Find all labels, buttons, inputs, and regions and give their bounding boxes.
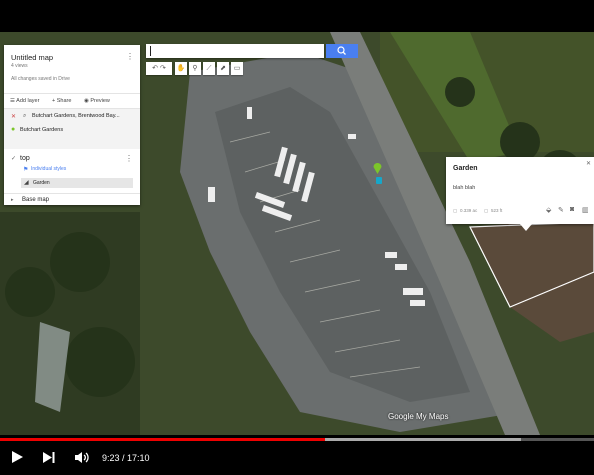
feature-item-garden[interactable]: ◢ Garden xyxy=(21,178,133,188)
play-icon[interactable] xyxy=(10,450,24,469)
text-caret xyxy=(150,46,151,56)
add-layer-button[interactable]: ☰ Add layer xyxy=(10,98,39,104)
undo-redo-icon[interactable]: ↶ ↷ xyxy=(146,62,172,75)
layer-name[interactable]: top xyxy=(20,155,30,162)
marker-icon[interactable]: ⚲ xyxy=(189,62,201,75)
google-my-maps-logo: Google My Maps xyxy=(388,412,449,421)
map-search-input[interactable] xyxy=(146,44,324,58)
paint-icon[interactable]: ⬙ xyxy=(546,206,551,214)
saved-status: All changes saved in Drive xyxy=(11,76,70,82)
share-icon: + xyxy=(52,98,56,104)
map-views: 4 views xyxy=(11,63,28,69)
eye-icon: ◉ xyxy=(84,98,89,104)
time-display: 9:23 / 17:10 xyxy=(102,453,150,463)
expand-icon: ▸ xyxy=(11,197,14,203)
place-item[interactable]: Butchart Gardens xyxy=(20,127,63,133)
ruler-icon[interactable]: ▭ xyxy=(231,62,243,75)
base-map-label: Base map xyxy=(22,197,50,203)
video-frame: Untitled map 4 views All changes saved i… xyxy=(0,0,594,475)
base-map-row[interactable]: ▸ Base map xyxy=(4,193,140,206)
feature-info-window: Garden blah blah ✕ ▢ 0.339 ac ▢ 523 ft ⬙… xyxy=(446,157,594,231)
place-marker-icon[interactable] xyxy=(373,162,382,174)
cursor-marker-icon xyxy=(376,177,382,184)
share-button[interactable]: + Share xyxy=(52,98,71,104)
feature-name: Garden xyxy=(33,180,50,186)
trash-icon[interactable]: ▥ xyxy=(582,206,589,214)
search-result-text[interactable]: Butchart Gardens, Brentwood Bay... xyxy=(32,113,120,119)
layer-checkbox[interactable]: ✓ xyxy=(11,155,16,162)
perimeter-icon: ▢ xyxy=(484,208,489,213)
perimeter-value: 523 ft xyxy=(491,208,503,213)
info-description[interactable]: blah blah xyxy=(453,185,475,191)
search-result-layer: ✕ ⌕ Butchart Gardens, Brentwood Bay... ●… xyxy=(4,109,140,149)
layer-style-link[interactable]: Individual styles xyxy=(31,166,66,172)
layer-menu-icon[interactable]: ⋮ xyxy=(125,154,133,163)
info-title[interactable]: Garden xyxy=(453,165,478,172)
progress-played xyxy=(0,438,325,441)
search-icon xyxy=(337,46,346,55)
close-icon[interactable]: ✕ xyxy=(11,113,16,120)
preview-button[interactable]: ◉ Preview xyxy=(84,98,110,104)
panel-menu-icon[interactable]: ⋮ xyxy=(126,52,134,61)
close-icon[interactable]: ✕ xyxy=(586,160,591,167)
line-icon[interactable]: ⟋ xyxy=(203,62,215,75)
search-button[interactable] xyxy=(326,44,358,58)
edit-icon[interactable]: ✎ xyxy=(558,206,564,214)
volume-icon[interactable] xyxy=(74,451,90,469)
camera-icon[interactable]: ◙ xyxy=(570,206,574,213)
map-toolbar: ↶ ↷ ✋ ⚲ ⟋ ⬈ ▭ xyxy=(146,62,276,76)
map-legend-panel: Untitled map 4 views All changes saved i… xyxy=(4,45,140,205)
area-value: 0.339 ac xyxy=(460,208,478,213)
next-icon[interactable] xyxy=(42,451,56,469)
info-window-tail xyxy=(520,224,532,231)
letterbox-top xyxy=(0,0,594,32)
panel-actions: ☰ Add layer + Share ◉ Preview xyxy=(4,93,140,109)
area-icon: ▢ xyxy=(453,208,458,213)
hand-icon[interactable]: ✋ xyxy=(175,62,187,75)
place-pin-icon: ● xyxy=(11,126,16,133)
search-icon: ⌕ xyxy=(23,113,27,119)
style-icon: ⚑ xyxy=(23,167,29,173)
map-title[interactable]: Untitled map xyxy=(11,53,53,62)
route-icon[interactable]: ⬈ xyxy=(217,62,229,75)
polygon-icon: ◢ xyxy=(24,180,29,186)
add-layer-icon: ☰ xyxy=(10,98,15,104)
